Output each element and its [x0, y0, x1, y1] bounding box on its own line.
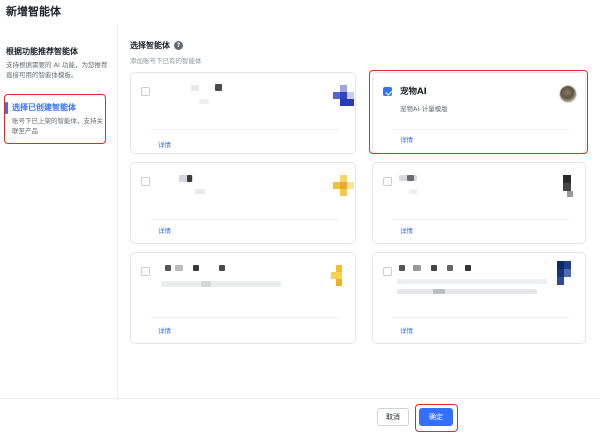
- card-divider: [393, 317, 569, 318]
- card-divider: [393, 219, 569, 220]
- redacted-text: [195, 189, 205, 194]
- agent-avatar: [331, 265, 347, 287]
- agent-card-4[interactable]: 详情: [372, 162, 586, 244]
- agent-avatar: [557, 261, 571, 287]
- detail-link[interactable]: 详情: [158, 325, 171, 335]
- detail-link[interactable]: 详情: [400, 225, 413, 235]
- redacted-text: [161, 281, 281, 287]
- agent-card-5[interactable]: 详情: [130, 252, 356, 344]
- agent-checkbox[interactable]: [383, 177, 392, 186]
- detail-link[interactable]: 详情: [400, 325, 413, 335]
- sidebar-item-desc: 支持根据需要的 AI 功能，为您推荐直接可用的智能体模板。: [6, 61, 108, 79]
- agent-card-6[interactable]: 详情: [372, 252, 586, 344]
- redacted-text: [409, 189, 417, 194]
- agent-checkbox[interactable]: [141, 177, 150, 186]
- redacted-text: [175, 265, 183, 271]
- redacted-text: [397, 289, 537, 294]
- redacted-text: [413, 265, 421, 271]
- agent-checkbox[interactable]: [383, 267, 392, 276]
- redacted-text: [199, 99, 209, 104]
- dialog-footer: 取消 确定: [0, 398, 600, 432]
- section-title-text: 选择智能体: [130, 41, 170, 50]
- redacted-text: [399, 265, 405, 271]
- redacted-text: [219, 265, 225, 271]
- sidebar: 根据功能推荐智能体 支持根据需要的 AI 功能，为您推荐直接可用的智能体模板。 …: [0, 24, 118, 398]
- dialog-header: 新增智能体: [0, 0, 600, 24]
- agent-checkbox[interactable]: [141, 267, 150, 276]
- agent-checkbox[interactable]: [141, 87, 150, 96]
- card-divider: [151, 317, 339, 318]
- redacted-text: [397, 279, 547, 284]
- sidebar-item-recommend[interactable]: 根据功能推荐智能体 支持根据需要的 AI 功能，为您推荐直接可用的智能体模板。: [6, 46, 110, 80]
- redacted-text: [165, 265, 171, 271]
- card-divider: [151, 219, 339, 220]
- redacted-text: [447, 265, 453, 271]
- redacted-text: [407, 175, 414, 181]
- redacted-text: [191, 85, 199, 91]
- agent-avatar: [333, 85, 355, 107]
- detail-link[interactable]: 详情: [158, 225, 171, 235]
- redacted-text: [187, 175, 192, 182]
- highlight-box-selected-card: [369, 70, 588, 154]
- highlight-box-confirm: [415, 404, 458, 432]
- redacted-text: [193, 265, 199, 271]
- redacted-text: [201, 281, 211, 287]
- agent-avatar: [333, 175, 355, 197]
- cancel-button[interactable]: 取消: [377, 408, 409, 426]
- agent-avatar: [563, 175, 575, 199]
- redacted-text: [215, 84, 222, 91]
- section-subtitle: 添加账号下已有的智能体: [130, 57, 202, 65]
- dialog-title: 新增智能体: [6, 5, 61, 18]
- sidebar-item-title: 根据功能推荐智能体: [6, 47, 78, 56]
- card-divider: [151, 129, 339, 130]
- redacted-text: [433, 289, 445, 294]
- agent-card-3[interactable]: 详情: [130, 162, 356, 244]
- highlight-box-sidebar: [4, 94, 106, 144]
- agent-card-1[interactable]: 详情: [130, 72, 356, 154]
- redacted-text: [431, 265, 437, 271]
- section-title: 选择智能体 ?: [130, 40, 183, 51]
- main-panel: 选择智能体 ? 添加账号下已有的智能体 详情 宠物AI 宠物AI-计量模版 详情: [118, 24, 600, 398]
- detail-link[interactable]: 详情: [158, 139, 171, 149]
- question-circle-icon[interactable]: ?: [174, 41, 183, 50]
- redacted-text: [465, 265, 471, 271]
